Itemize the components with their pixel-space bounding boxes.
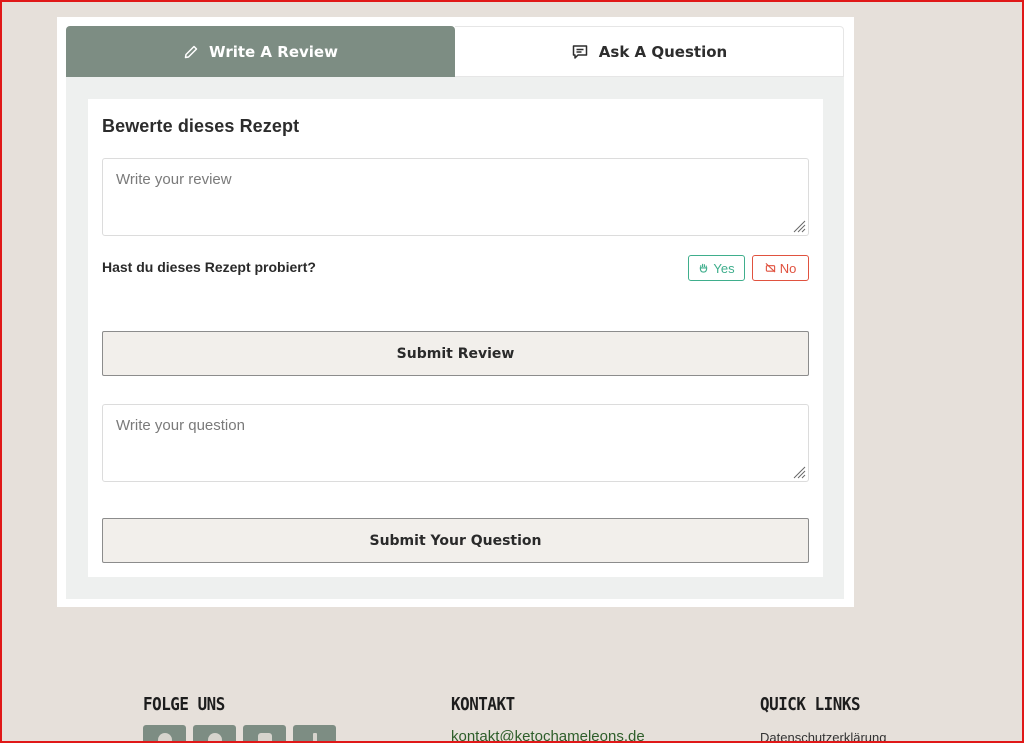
submit-review-button[interactable]: Submit Review xyxy=(102,331,809,376)
chat-bubble-icon xyxy=(571,43,589,61)
social-links xyxy=(143,725,336,743)
social-facebook-icon[interactable] xyxy=(143,725,186,743)
quick-link-privacy[interactable]: Datenschutzerklärung xyxy=(760,730,886,743)
contact-email-link[interactable]: kontakt@ketochameleons.de xyxy=(451,728,645,743)
footer-contact-column: KONTAKT xyxy=(451,694,523,715)
tried-recipe-question: Hast du dieses Rezept probiert? xyxy=(102,259,316,275)
review-form-heading: Bewerte dieses Rezept xyxy=(102,116,300,136)
crossed-out-icon xyxy=(765,261,776,276)
social-pinterest-icon[interactable] xyxy=(193,725,236,743)
footer-contact-heading: KONTAKT xyxy=(451,694,515,715)
tab-write-review[interactable]: Write A Review xyxy=(66,26,455,86)
footer-social-column: FOLGE UNS xyxy=(143,694,236,715)
pencil-icon xyxy=(183,44,199,60)
submit-question-button[interactable]: Submit Your Question xyxy=(102,518,809,563)
tried-yes-label: Yes xyxy=(713,260,735,276)
resize-grip-icon[interactable] xyxy=(792,465,806,479)
question-textarea[interactable] xyxy=(102,404,809,482)
tried-yes-button[interactable]: Yes xyxy=(688,255,745,281)
footer-social-heading: FOLGE UNS xyxy=(143,694,225,715)
resize-grip-icon[interactable] xyxy=(792,219,806,233)
tab-write-review-label: Write A Review xyxy=(209,42,338,61)
review-textarea[interactable] xyxy=(102,158,809,236)
hand-icon xyxy=(698,261,709,276)
social-tiktok-icon[interactable] xyxy=(293,725,336,743)
review-tabs: Write A Review Ask A Question xyxy=(66,26,844,86)
tab-ask-question-label: Ask A Question xyxy=(598,42,728,61)
tried-no-button[interactable]: No xyxy=(752,255,809,281)
tried-no-label: No xyxy=(779,260,797,276)
social-instagram-icon[interactable] xyxy=(243,725,286,743)
tab-ask-question[interactable]: Ask A Question xyxy=(455,26,844,77)
footer-quick-links-heading: QUICK LINKS xyxy=(760,694,861,715)
footer-quick-links-column: QUICK LINKS xyxy=(760,694,874,715)
